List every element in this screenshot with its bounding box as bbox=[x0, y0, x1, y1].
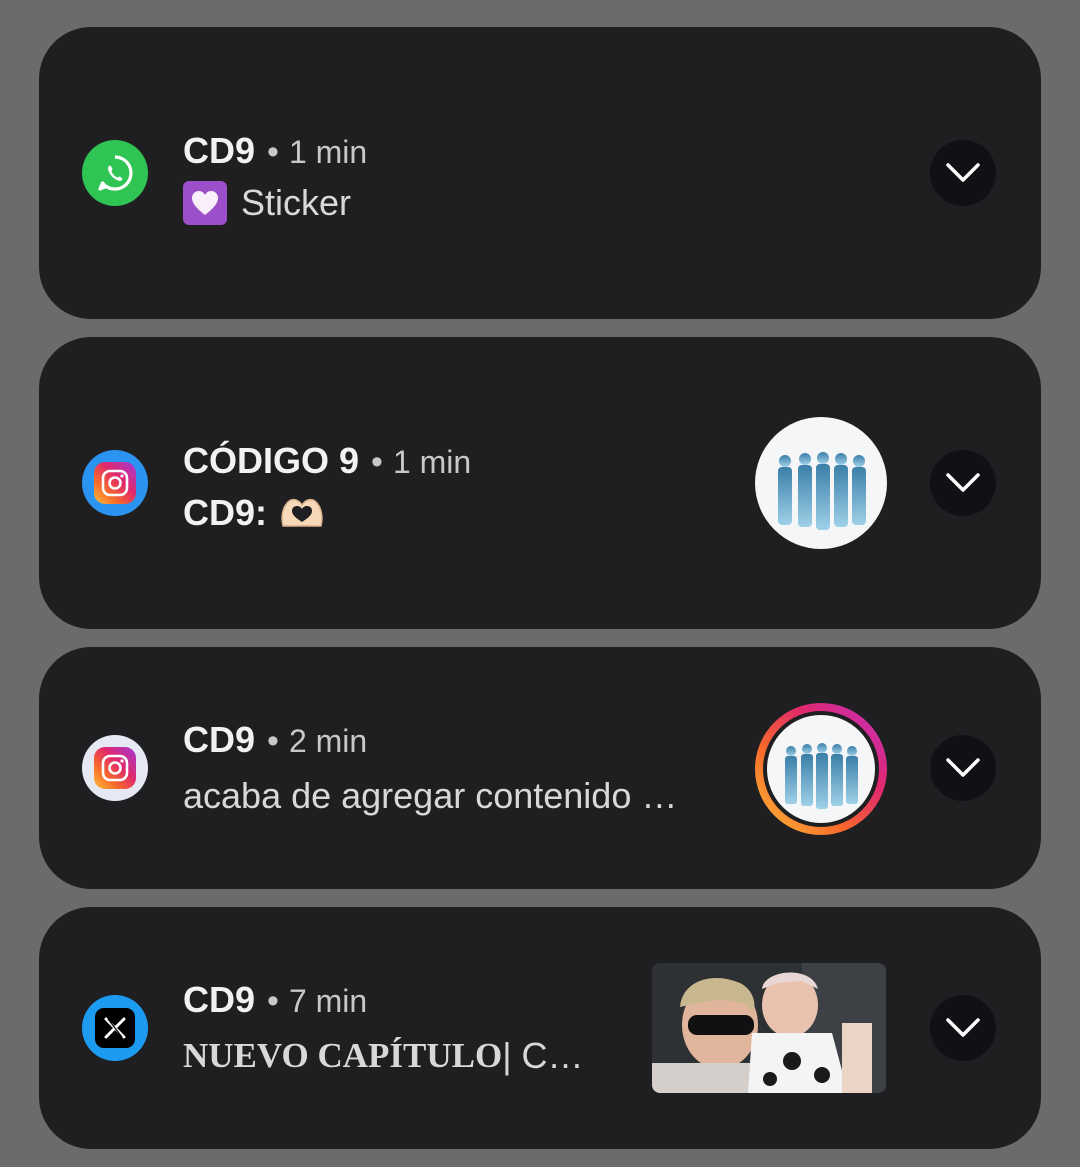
notification-text: | C… bbox=[502, 1035, 584, 1076]
chevron-down-icon bbox=[946, 473, 980, 492]
instagram-icon bbox=[82, 735, 148, 801]
heart-hands-emoji bbox=[279, 496, 325, 530]
notification-text-bold: NUEVO CAPÍTULO bbox=[183, 1036, 503, 1075]
timestamp: 2 min bbox=[288, 723, 368, 759]
notification-card-x[interactable]: CD9 • 7 min NUEVO CAPÍTULO | C… bbox=[39, 907, 1041, 1149]
notification-text: acaba de agregar contenido … bbox=[183, 775, 678, 816]
sender-name: CD9 bbox=[183, 979, 256, 1020]
timestamp: 7 min bbox=[288, 983, 368, 1019]
notification-title-row: CÓDIGO 9 • 1 min bbox=[183, 440, 471, 482]
notification-body: Sticker bbox=[183, 179, 351, 227]
video-thumbnail bbox=[652, 963, 886, 1093]
story-ring-thumbnail bbox=[755, 703, 887, 835]
timestamp: 1 min bbox=[392, 444, 472, 480]
expand-button[interactable] bbox=[930, 450, 996, 516]
sender-name: CD9 bbox=[183, 719, 256, 760]
separator-dot: • bbox=[267, 982, 279, 1020]
sender-name: CD9 bbox=[183, 130, 256, 171]
whatsapp-icon bbox=[82, 140, 148, 206]
expand-button[interactable] bbox=[930, 995, 996, 1061]
separator-dot: • bbox=[371, 443, 383, 481]
chevron-down-icon bbox=[946, 1018, 980, 1037]
x-icon bbox=[82, 995, 148, 1061]
notification-card-instagram-story[interactable]: CD9 • 2 min acaba de agregar contenido … bbox=[39, 647, 1041, 889]
notification-card-whatsapp[interactable]: CD9 • 1 min Sticker bbox=[39, 27, 1041, 319]
expand-button[interactable] bbox=[930, 735, 996, 801]
notification-card-instagram[interactable]: CÓDIGO 9 • 1 min CD9: bbox=[39, 337, 1041, 629]
notification-title-row: CD9 • 2 min bbox=[183, 719, 367, 761]
white-heart-emoji bbox=[183, 181, 227, 225]
group-photo-thumbnail bbox=[755, 417, 887, 549]
chevron-down-icon bbox=[946, 758, 980, 777]
notification-title-row: CD9 • 7 min bbox=[183, 979, 367, 1021]
notification-body: acaba de agregar contenido … bbox=[183, 772, 723, 820]
instagram-icon bbox=[82, 450, 148, 516]
notification-body: NUEVO CAPÍTULO | C… bbox=[183, 1032, 623, 1080]
expand-button[interactable] bbox=[930, 140, 996, 206]
separator-dot: • bbox=[267, 133, 279, 171]
notification-text: CD9: bbox=[183, 492, 268, 533]
separator-dot: • bbox=[267, 722, 279, 760]
notification-title-row: CD9 • 1 min bbox=[183, 130, 367, 172]
chevron-down-icon bbox=[946, 163, 980, 182]
sender-name: CÓDIGO 9 bbox=[183, 440, 360, 481]
timestamp: 1 min bbox=[288, 134, 368, 170]
notification-body: CD9: bbox=[183, 489, 325, 537]
notification-text: Sticker bbox=[241, 182, 352, 223]
